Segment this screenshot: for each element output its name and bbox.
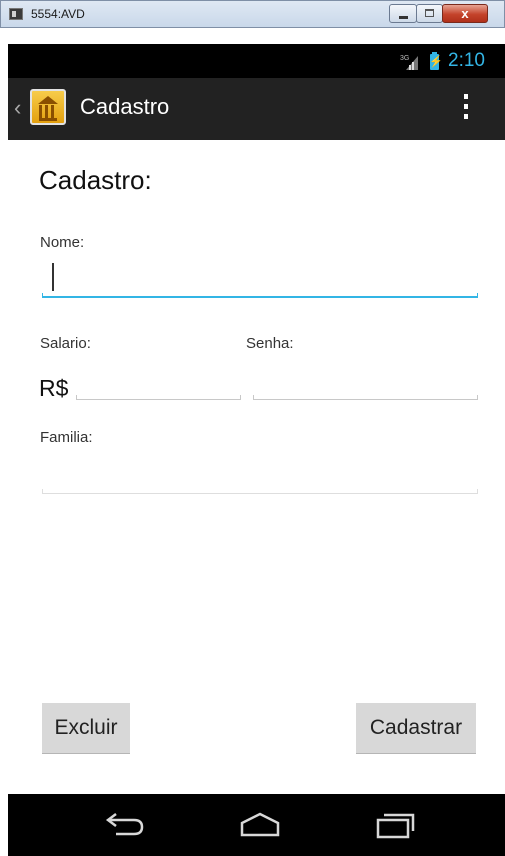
salario-input[interactable] xyxy=(76,374,241,400)
android-screen: 3G 2:10 ‹ Cadastro Cadastro: Nome: Salar… xyxy=(8,44,505,856)
nome-label: Nome: xyxy=(40,234,85,251)
status-clock: 2:10 xyxy=(448,50,485,71)
signal-icon: 3G xyxy=(400,55,418,70)
close-window-button[interactable]: x xyxy=(442,4,488,23)
familia-input[interactable] xyxy=(42,462,478,494)
network-type-label: 3G xyxy=(400,55,409,62)
bank-app-icon[interactable] xyxy=(30,89,66,125)
up-navigation-icon[interactable]: ‹ xyxy=(14,93,21,123)
emulator-app-icon xyxy=(9,8,23,20)
home-icon[interactable] xyxy=(230,806,290,844)
emulator-window-titlebar: 5554:AVD x xyxy=(0,0,505,28)
text-cursor xyxy=(52,263,54,291)
salario-label: Salario: xyxy=(40,335,91,352)
back-icon[interactable] xyxy=(94,806,154,844)
action-bar-title: Cadastro xyxy=(80,94,170,119)
window-title: 5554:AVD xyxy=(31,7,85,21)
overflow-menu-icon[interactable] xyxy=(464,94,468,124)
register-button[interactable]: Cadastrar xyxy=(356,703,476,754)
familia-label: Familia: xyxy=(40,429,93,446)
form-heading: Cadastro: xyxy=(39,165,152,195)
battery-charging-icon xyxy=(429,52,443,70)
action-bar: ‹ Cadastro xyxy=(8,78,505,140)
delete-button[interactable]: Excluir xyxy=(42,703,130,754)
maximize-button[interactable] xyxy=(416,4,443,23)
close-icon: x xyxy=(461,6,469,21)
currency-prefix: R$ xyxy=(39,375,69,401)
minimize-button[interactable] xyxy=(389,4,417,23)
status-bar: 3G 2:10 xyxy=(8,44,505,78)
senha-input[interactable] xyxy=(253,374,478,400)
nome-input[interactable] xyxy=(42,260,478,298)
recent-apps-icon[interactable] xyxy=(365,806,425,844)
navigation-bar xyxy=(8,794,505,856)
senha-label: Senha: xyxy=(246,335,294,352)
